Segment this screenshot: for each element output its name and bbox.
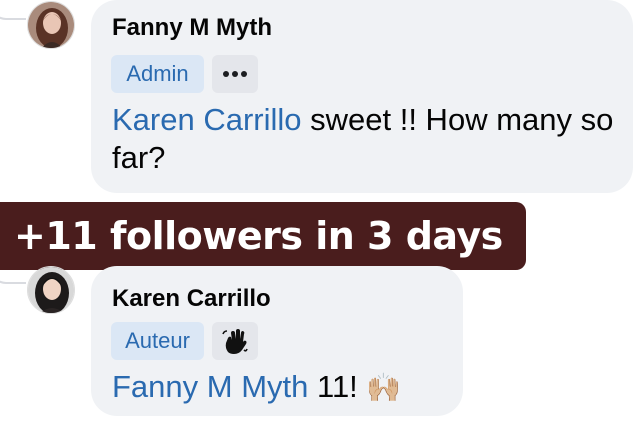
avatar-fanny[interactable] <box>27 1 75 49</box>
waving-hand-icon <box>222 329 248 354</box>
role-badge-auteur: Auteur <box>111 322 204 360</box>
comment-author-1[interactable]: Fanny M Myth <box>112 14 272 42</box>
comment-text-2: Fanny M Myth 11! 🙌🏼 <box>112 368 452 406</box>
avatar-karen[interactable] <box>27 266 75 314</box>
role-badge-admin: Admin <box>111 55 204 93</box>
comment-author-2[interactable]: Karen Carrillo <box>112 285 271 313</box>
followers-caption: +11 followers in 3 days <box>0 202 526 270</box>
avatar-fanny-image <box>28 2 74 48</box>
comment-text-1: Karen Carrillo sweet !! How many so far? <box>112 101 622 177</box>
thread-connector-top <box>0 0 26 20</box>
waving-hand-chip <box>212 322 258 360</box>
more-options-icon <box>223 71 247 77</box>
comment-thread: Fanny M Myth Admin Karen Carrillo sweet … <box>0 0 642 426</box>
mention-karen[interactable]: Karen Carrillo <box>112 102 302 137</box>
comment-body-2: 11! <box>308 369 367 404</box>
raising-hands-icon: 🙌🏼 <box>366 372 402 403</box>
avatar-karen-image <box>28 267 74 313</box>
more-options-button[interactable] <box>212 55 258 93</box>
mention-fanny[interactable]: Fanny M Myth <box>112 369 308 404</box>
